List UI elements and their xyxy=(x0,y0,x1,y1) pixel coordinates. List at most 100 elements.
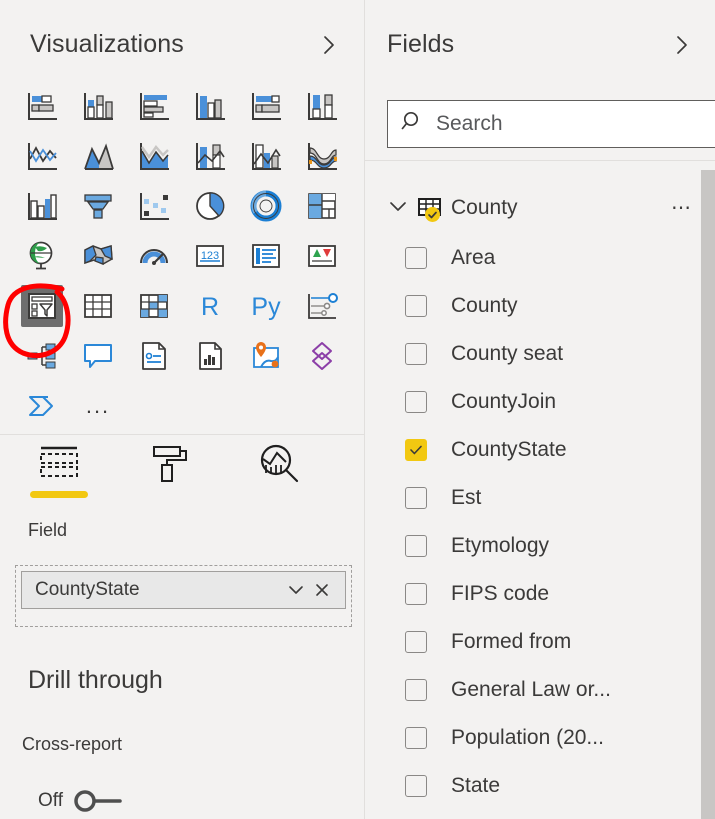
svg-text:R: R xyxy=(201,293,219,321)
field-checkbox[interactable] xyxy=(405,439,427,461)
viz-smart-narrative[interactable] xyxy=(126,331,182,381)
fields-title: Fields xyxy=(387,30,455,58)
viz-100-stacked-column-chart[interactable] xyxy=(294,81,350,131)
viz-power-apps[interactable] xyxy=(294,331,350,381)
viz-azure-map[interactable] xyxy=(238,331,294,381)
field-checkbox[interactable] xyxy=(405,727,427,749)
field-checkbox[interactable] xyxy=(405,391,427,413)
search-box[interactable] xyxy=(387,100,715,148)
field-checkbox[interactable] xyxy=(405,343,427,365)
checkmark-badge xyxy=(425,207,440,222)
field-checkbox[interactable] xyxy=(405,487,427,509)
fields-scrollbar[interactable] xyxy=(701,170,715,819)
viz-stacked-bar-chart[interactable] xyxy=(14,81,70,131)
field-list-item[interactable]: Etymology xyxy=(365,522,715,570)
field-checkbox[interactable] xyxy=(405,535,427,557)
field-checkbox[interactable] xyxy=(405,679,427,701)
table-name: County xyxy=(451,196,518,219)
viz-python-visual[interactable]: Py xyxy=(238,281,294,331)
chevron-down-icon[interactable] xyxy=(387,195,409,222)
viz-q-and-a[interactable] xyxy=(70,331,126,381)
viz-multi-row-card[interactable] xyxy=(238,231,294,281)
chevron-down-icon[interactable] xyxy=(283,577,309,603)
viz-ribbon-chart[interactable] xyxy=(294,131,350,181)
field-list-item[interactable]: State xyxy=(365,762,715,810)
field-item-label: Formed from xyxy=(451,630,572,653)
tab-format[interactable] xyxy=(140,443,198,498)
field-list-item[interactable]: Area xyxy=(365,234,715,282)
visualizations-title: Visualizations xyxy=(30,30,184,58)
field-list-item[interactable]: General Law or... xyxy=(365,666,715,714)
viz-power-automate[interactable] xyxy=(14,381,70,431)
tab-fields[interactable] xyxy=(30,443,88,498)
field-checkbox[interactable] xyxy=(405,631,427,653)
ellipsis-icon[interactable]: ⋯ xyxy=(671,198,697,218)
viz-line-and-clustered-column-chart[interactable] xyxy=(238,131,294,181)
viz-r-script-visual[interactable]: R xyxy=(182,281,238,331)
viz-waterfall-chart[interactable] xyxy=(14,181,70,231)
viz-area-chart[interactable] xyxy=(70,131,126,181)
viz-scatter-chart[interactable] xyxy=(126,181,182,231)
field-list-item[interactable]: County xyxy=(365,282,715,330)
field-list-item[interactable]: Formed from xyxy=(365,618,715,666)
chevron-right-icon[interactable] xyxy=(316,32,342,58)
viz-treemap[interactable] xyxy=(294,181,350,231)
viz-key-influencers[interactable] xyxy=(294,281,350,331)
gallery-divider xyxy=(0,434,365,435)
cross-report-toggle[interactable]: Off xyxy=(38,788,132,814)
viz-gauge[interactable] xyxy=(126,231,182,281)
chevron-right-icon[interactable] xyxy=(669,32,695,58)
field-list-item[interactable]: Population (20... xyxy=(365,714,715,762)
fields-divider xyxy=(365,160,715,161)
viz-stacked-area-chart[interactable] xyxy=(126,131,182,181)
viz-filled-map[interactable] xyxy=(70,231,126,281)
field-drop-zone[interactable]: CountyState xyxy=(15,565,352,627)
viz-paginated-report[interactable] xyxy=(182,331,238,381)
viz-get-more-visuals[interactable]: ... xyxy=(70,381,126,431)
field-checkbox[interactable] xyxy=(405,583,427,605)
tab-analytics[interactable] xyxy=(250,443,308,498)
viz-kpi[interactable] xyxy=(294,231,350,281)
viz-line-and-stacked-column-chart[interactable] xyxy=(182,131,238,181)
viz-table[interactable] xyxy=(70,281,126,331)
drill-through-title: Drill through xyxy=(28,666,163,694)
field-list-item[interactable]: CountyState xyxy=(365,426,715,474)
viz-funnel-chart[interactable] xyxy=(70,181,126,231)
field-item-label: Area xyxy=(451,246,496,269)
format-tab-strip xyxy=(0,443,365,498)
table-icon xyxy=(417,195,443,222)
viz-slicer[interactable] xyxy=(14,281,70,331)
field-list-item[interactable]: County seat xyxy=(365,330,715,378)
viz-donut-chart[interactable] xyxy=(238,181,294,231)
field-item-label: CountyState xyxy=(451,438,567,461)
viz-stacked-column-chart[interactable] xyxy=(70,81,126,131)
field-list-item[interactable]: CountyJoin xyxy=(365,378,715,426)
viz-100-stacked-bar-chart[interactable] xyxy=(238,81,294,131)
viz-map[interactable] xyxy=(14,231,70,281)
viz-pie-chart[interactable] xyxy=(182,181,238,231)
field-list-item[interactable]: Est xyxy=(365,474,715,522)
fields-pane: Fields County ⋯ Area County County seat Cou… xyxy=(365,0,715,819)
scrollbar-thumb[interactable] xyxy=(701,170,715,819)
viz-matrix[interactable] xyxy=(126,281,182,331)
field-checkbox[interactable] xyxy=(405,247,427,269)
field-checkbox[interactable] xyxy=(405,775,427,797)
search-input[interactable] xyxy=(436,112,686,136)
viz-clustered-bar-chart[interactable] xyxy=(126,81,182,131)
field-item-label: Etymology xyxy=(451,534,550,557)
visualizations-header: Visualizations xyxy=(0,0,364,59)
field-checkbox[interactable] xyxy=(405,295,427,317)
close-icon[interactable] xyxy=(309,577,335,603)
field-chip-countystate[interactable]: CountyState xyxy=(21,571,346,609)
tab-inactive-indicator-2 xyxy=(250,491,308,498)
visual-type-gallery: 123 R Py ... xyxy=(0,81,364,431)
field-list-item[interactable]: FIPS code xyxy=(365,570,715,618)
analytics-magnifier-icon xyxy=(256,443,302,483)
fields-table-county[interactable]: County ⋯ xyxy=(387,190,697,226)
viz-clustered-column-chart[interactable] xyxy=(182,81,238,131)
viz-decomposition-tree[interactable] xyxy=(14,331,70,381)
field-item-label: State xyxy=(451,774,501,797)
viz-line-chart[interactable] xyxy=(14,131,70,181)
viz-card[interactable]: 123 xyxy=(182,231,238,281)
field-item-label: CountyJoin xyxy=(451,390,557,413)
